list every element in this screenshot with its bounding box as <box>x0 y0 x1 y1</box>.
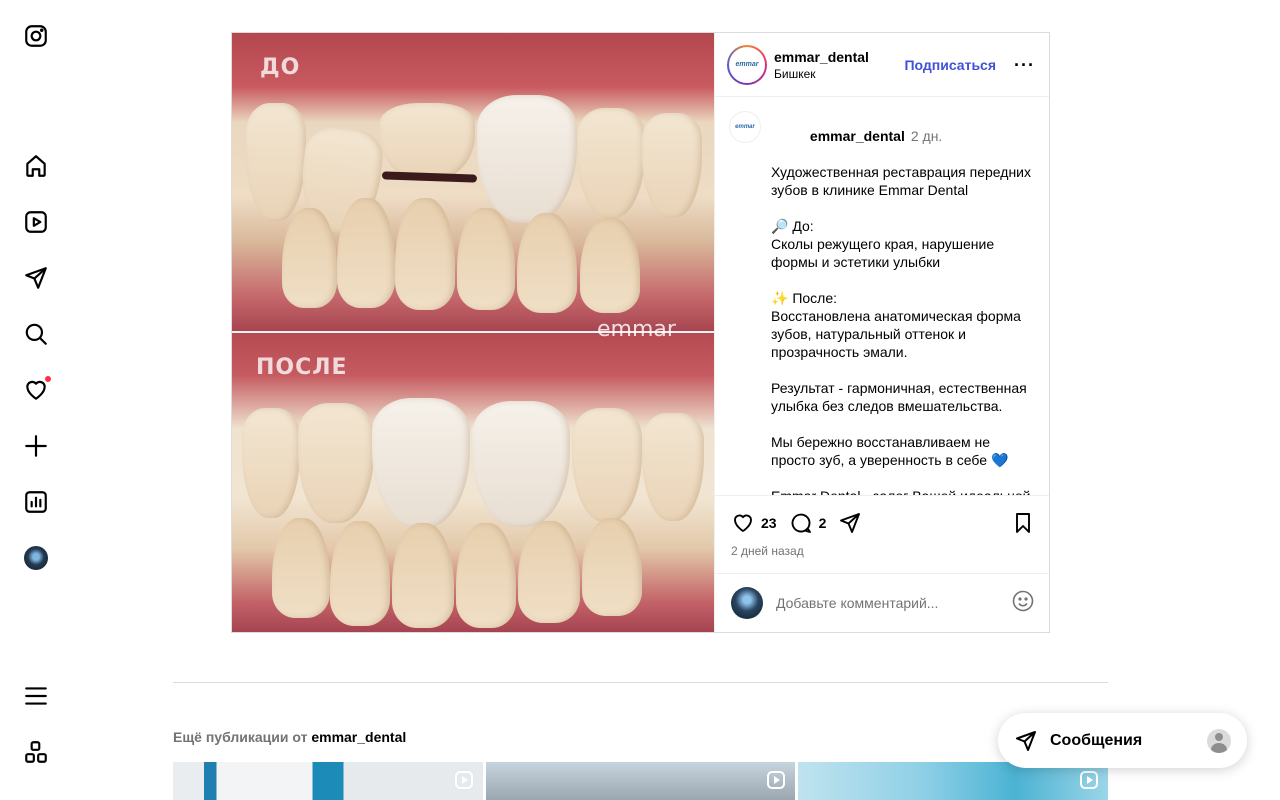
messages-avatar <box>1207 728 1231 753</box>
share-icon <box>840 513 861 533</box>
like-button[interactable]: 23 <box>731 511 777 535</box>
caption-line: Восстановлена анатомическая форма зубов,… <box>771 308 1025 360</box>
more-apps-icon[interactable] <box>22 738 50 766</box>
instagram-icon[interactable] <box>22 22 50 50</box>
more-posts-username[interactable]: emmar_dental <box>311 729 406 745</box>
caption-line: Мы бережно восстанавливаем не просто зуб… <box>771 434 1009 468</box>
caption-text: emmar_dental 2 дн. Художественная реставр… <box>771 109 1035 495</box>
after-label: ПОСЛЕ <box>256 355 348 380</box>
post-thumbnail[interactable] <box>173 762 483 800</box>
like-count[interactable]: 23 <box>761 515 777 531</box>
comment-count[interactable]: 2 <box>819 515 827 531</box>
search-icon[interactable] <box>22 320 50 348</box>
reel-icon <box>767 771 786 789</box>
caption-username[interactable]: emmar_dental <box>810 128 905 144</box>
notification-badge <box>44 375 52 383</box>
emoji-icon[interactable] <box>1011 589 1035 618</box>
create-icon[interactable] <box>22 432 50 460</box>
comment-box <box>715 573 1049 632</box>
caption-line <box>771 415 1035 433</box>
caption-line: Художественная реставрация передних зубо… <box>771 164 1035 198</box>
caption-line <box>771 199 1035 217</box>
more-posts-grid <box>173 762 1109 800</box>
more-posts-prefix: Ещё публикации от <box>173 729 308 745</box>
caption-line <box>771 271 1035 289</box>
after-photo: ПОСЛЕ <box>232 333 714 632</box>
post-media[interactable]: ДО ПОСЛЕ emmar <box>232 33 714 632</box>
section-divider <box>173 682 1108 683</box>
comment-input[interactable] <box>776 595 1011 611</box>
messages-button[interactable]: Сообщения <box>998 713 1247 768</box>
save-button[interactable] <box>1011 511 1035 535</box>
before-label: ДО <box>260 55 301 80</box>
menu-icon[interactable] <box>22 682 50 710</box>
caption-line: Результат - гармоничная, естественная ул… <box>771 380 1031 414</box>
reels-icon[interactable] <box>22 208 50 236</box>
notifications-icon[interactable] <box>22 375 52 404</box>
more-options-icon[interactable]: ··· <box>1014 56 1035 74</box>
commenter-avatar[interactable] <box>731 587 763 619</box>
caption-line <box>771 469 1035 487</box>
home-icon[interactable] <box>22 152 50 180</box>
author-username[interactable]: emmar_dental <box>774 49 904 65</box>
direct-icon[interactable] <box>22 264 50 292</box>
reel-icon <box>1080 771 1099 789</box>
caption-line: 🔎 До: <box>771 218 814 234</box>
emmar-watermark: emmar <box>597 317 676 342</box>
reel-icon <box>454 771 473 789</box>
author-location[interactable]: Бишкек <box>774 67 904 81</box>
share-button[interactable] <box>838 511 862 535</box>
before-photo: ДО <box>232 33 714 331</box>
post-side-panel: emmar emmar_dental Бишкек Подписаться ··… <box>714 33 1049 632</box>
caption-line: Сколы режущего края, нарушение формы и э… <box>771 236 999 270</box>
comment-icon <box>791 513 811 533</box>
post-card: ДО ПОСЛЕ emmar emmar emmar_dental Бишкек… <box>231 32 1050 633</box>
comment-button[interactable]: 2 <box>789 511 827 535</box>
post-actions: 23 2 2 дней назад <box>715 495 1049 573</box>
post-header: emmar emmar_dental Бишкек Подписаться ··… <box>715 33 1049 97</box>
caption-area: emmar emmar_dental 2 дн. Художественная р… <box>715 97 1049 495</box>
caption-avatar[interactable]: emmar <box>729 111 761 143</box>
direct-icon <box>1016 730 1036 751</box>
left-nav <box>0 0 72 800</box>
more-posts-heading: Ещё публикации от emmar_dental <box>173 729 406 745</box>
messages-label: Сообщения <box>1050 731 1143 749</box>
post-thumbnail[interactable] <box>485 762 796 800</box>
follow-button[interactable]: Подписаться <box>904 57 996 73</box>
bookmark-icon <box>1016 513 1030 533</box>
posted-time[interactable]: 2 дней назад <box>731 544 1035 558</box>
heart-icon <box>734 514 752 532</box>
caption-line: ✨ После: <box>771 290 838 306</box>
caption-time[interactable]: 2 дн. <box>911 128 942 144</box>
insights-icon[interactable] <box>22 488 50 516</box>
caption-line: Emmar Dental - залог Вашей идеальной улы… <box>771 487 1035 495</box>
profile-avatar[interactable] <box>22 544 50 572</box>
author-avatar[interactable]: emmar <box>727 44 767 85</box>
caption-line <box>771 361 1035 379</box>
